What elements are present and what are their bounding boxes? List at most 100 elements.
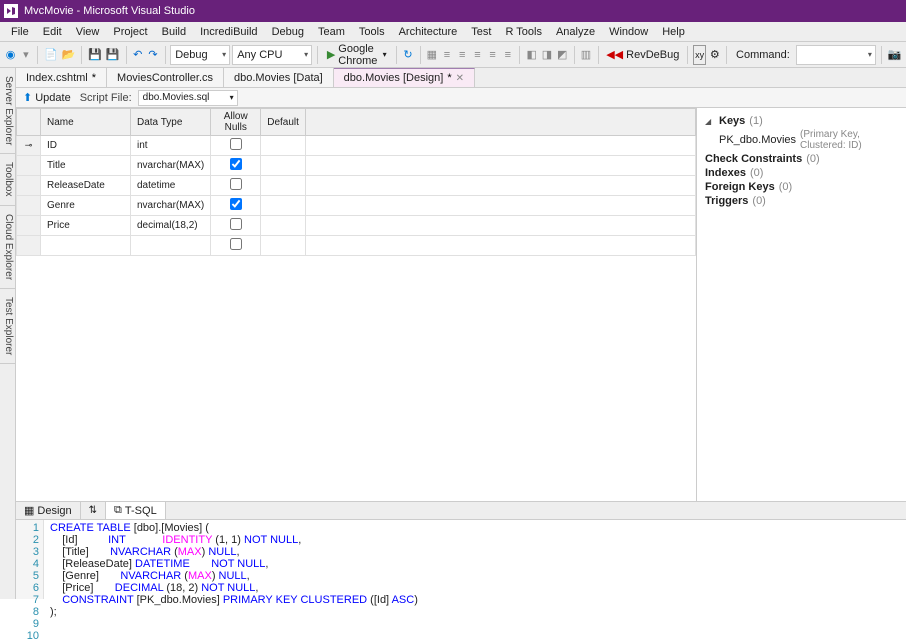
table-row[interactable]: ReleaseDatedatetime <box>17 176 696 196</box>
scriptfile-combo[interactable]: dbo.Movies.sql <box>138 90 238 106</box>
menu-debug[interactable]: Debug <box>265 26 311 38</box>
menu-incredibuild[interactable]: IncrediBuild <box>193 26 264 38</box>
doctab-movies-data[interactable]: dbo.Movies [Data] <box>224 68 334 87</box>
new-project-button[interactable]: 📄 <box>43 45 59 65</box>
cell-nulls[interactable] <box>211 236 261 256</box>
cell-name[interactable] <box>41 236 131 256</box>
table-row[interactable]: ⊸IDint <box>17 136 696 156</box>
row-header[interactable] <box>17 176 41 196</box>
menu-architecture[interactable]: Architecture <box>392 26 465 38</box>
sidetab-test-explorer[interactable]: Test Explorer <box>0 289 15 364</box>
tb-misc-7[interactable]: ◧ <box>525 45 538 65</box>
undo-button[interactable]: ↶ <box>131 45 144 65</box>
cell-name[interactable]: Price <box>41 216 131 236</box>
cell-default[interactable] <box>261 236 306 256</box>
menu-edit[interactable]: Edit <box>36 26 69 38</box>
platform-combo[interactable]: Any CPU <box>232 45 312 65</box>
nav-fwd-button[interactable]: ▾ <box>19 45 32 65</box>
allow-nulls-checkbox[interactable] <box>230 178 242 190</box>
tb-misc-8[interactable]: ◨ <box>540 45 553 65</box>
update-button[interactable]: ⬆ Update <box>20 91 74 104</box>
cell-type[interactable] <box>131 236 211 256</box>
props-checks[interactable]: Check Constraints (0) <box>705 152 898 166</box>
props-fks[interactable]: Foreign Keys (0) <box>705 180 898 194</box>
tb-misc-6[interactable]: ≡ <box>501 45 514 65</box>
expand-icon[interactable]: ◢ <box>705 117 715 126</box>
tab-splitter[interactable]: ⇅ <box>81 502 106 519</box>
props-key-item[interactable]: PK_dbo.Movies (Primary Key, Clustered: I… <box>705 128 898 152</box>
tb-misc-1[interactable]: ▦ <box>425 45 438 65</box>
tb-misc-10[interactable]: ▥ <box>579 45 592 65</box>
allow-nulls-checkbox[interactable] <box>230 138 242 150</box>
tb-misc-9[interactable]: ◩ <box>556 45 569 65</box>
allow-nulls-checkbox[interactable] <box>230 218 242 230</box>
cell-type[interactable]: datetime <box>131 176 211 196</box>
cell-name[interactable]: Title <box>41 156 131 176</box>
cell-default[interactable] <box>261 156 306 176</box>
col-header-datatype[interactable]: Data Type <box>131 109 211 136</box>
revdebug-button[interactable]: ◀◀ RevDeBug <box>603 48 682 61</box>
menu-analyze[interactable]: Analyze <box>549 26 602 38</box>
doctab-movies-design[interactable]: dbo.Movies [Design]* ✕ <box>334 68 475 87</box>
nav-back-button[interactable]: ◉ <box>4 45 17 65</box>
allow-nulls-checkbox[interactable] <box>230 158 242 170</box>
menu-test[interactable]: Test <box>464 26 498 38</box>
cell-type[interactable]: decimal(18,2) <box>131 216 211 236</box>
tb-misc-2[interactable]: ≡ <box>440 45 453 65</box>
allow-nulls-checkbox[interactable] <box>230 198 242 210</box>
cell-nulls[interactable] <box>211 176 261 196</box>
table-row[interactable] <box>17 236 696 256</box>
open-button[interactable]: 📂 <box>61 45 77 65</box>
save-button[interactable]: 💾 <box>87 45 103 65</box>
cell-type[interactable]: int <box>131 136 211 156</box>
props-indexes[interactable]: Indexes (0) <box>705 166 898 180</box>
menu-rtools[interactable]: R Tools <box>498 26 548 38</box>
cell-nulls[interactable] <box>211 196 261 216</box>
table-row[interactable]: Titlenvarchar(MAX) <box>17 156 696 176</box>
cell-name[interactable]: Genre <box>41 196 131 216</box>
tb-misc-4[interactable]: ≡ <box>471 45 484 65</box>
cell-name[interactable]: ID <box>41 136 131 156</box>
col-header-name[interactable]: Name <box>41 109 131 136</box>
sidetab-cloud-explorer[interactable]: Cloud Explorer <box>0 206 15 289</box>
cell-name[interactable]: ReleaseDate <box>41 176 131 196</box>
code-area[interactable]: CREATE TABLE [dbo].[Movies] ( [Id] INT I… <box>44 520 424 599</box>
menu-build[interactable]: Build <box>155 26 193 38</box>
doctab-moviescontroller[interactable]: MoviesController.cs <box>107 68 224 87</box>
columns-grid[interactable]: Name Data Type Allow Nulls Default ⊸IDin… <box>16 108 696 501</box>
tb-cam-button[interactable]: 📷 <box>886 45 902 65</box>
row-header[interactable] <box>17 196 41 216</box>
props-keys[interactable]: ◢ Keys (1) <box>705 114 898 128</box>
props-triggers[interactable]: Triggers (0) <box>705 194 898 208</box>
tsql-editor[interactable]: 12345678910 CREATE TABLE [dbo].[Movies] … <box>16 519 906 599</box>
redo-button[interactable]: ↷ <box>146 45 159 65</box>
row-header[interactable]: ⊸ <box>17 136 41 156</box>
cell-nulls[interactable] <box>211 136 261 156</box>
table-row[interactable]: Genrenvarchar(MAX) <box>17 196 696 216</box>
cell-nulls[interactable] <box>211 156 261 176</box>
run-button[interactable]: ▶ Google Chrome ▾ <box>323 43 391 67</box>
table-row[interactable]: Pricedecimal(18,2) <box>17 216 696 236</box>
menu-team[interactable]: Team <box>311 26 352 38</box>
menu-file[interactable]: File <box>4 26 36 38</box>
menu-view[interactable]: View <box>69 26 107 38</box>
sidetab-server-explorer[interactable]: Server Explorer <box>0 68 15 154</box>
close-icon[interactable]: ✕ <box>456 73 464 84</box>
tb-xy-button[interactable]: xy <box>693 45 706 65</box>
col-header-allownulls[interactable]: Allow Nulls <box>211 109 261 136</box>
tb-gear-button[interactable]: ⚙ <box>708 45 721 65</box>
cell-type[interactable]: nvarchar(MAX) <box>131 156 211 176</box>
cell-default[interactable] <box>261 136 306 156</box>
menu-help[interactable]: Help <box>655 26 692 38</box>
cell-default[interactable] <box>261 176 306 196</box>
row-header[interactable] <box>17 156 41 176</box>
tb-misc-3[interactable]: ≡ <box>456 45 469 65</box>
cell-type[interactable]: nvarchar(MAX) <box>131 196 211 216</box>
tab-design[interactable]: ▦ Design <box>16 502 81 519</box>
command-combo[interactable] <box>796 45 876 65</box>
col-header-default[interactable]: Default <box>261 109 306 136</box>
cell-nulls[interactable] <box>211 216 261 236</box>
refresh-button[interactable]: ↻ <box>401 45 414 65</box>
allow-nulls-checkbox[interactable] <box>230 238 242 250</box>
menu-project[interactable]: Project <box>106 26 154 38</box>
